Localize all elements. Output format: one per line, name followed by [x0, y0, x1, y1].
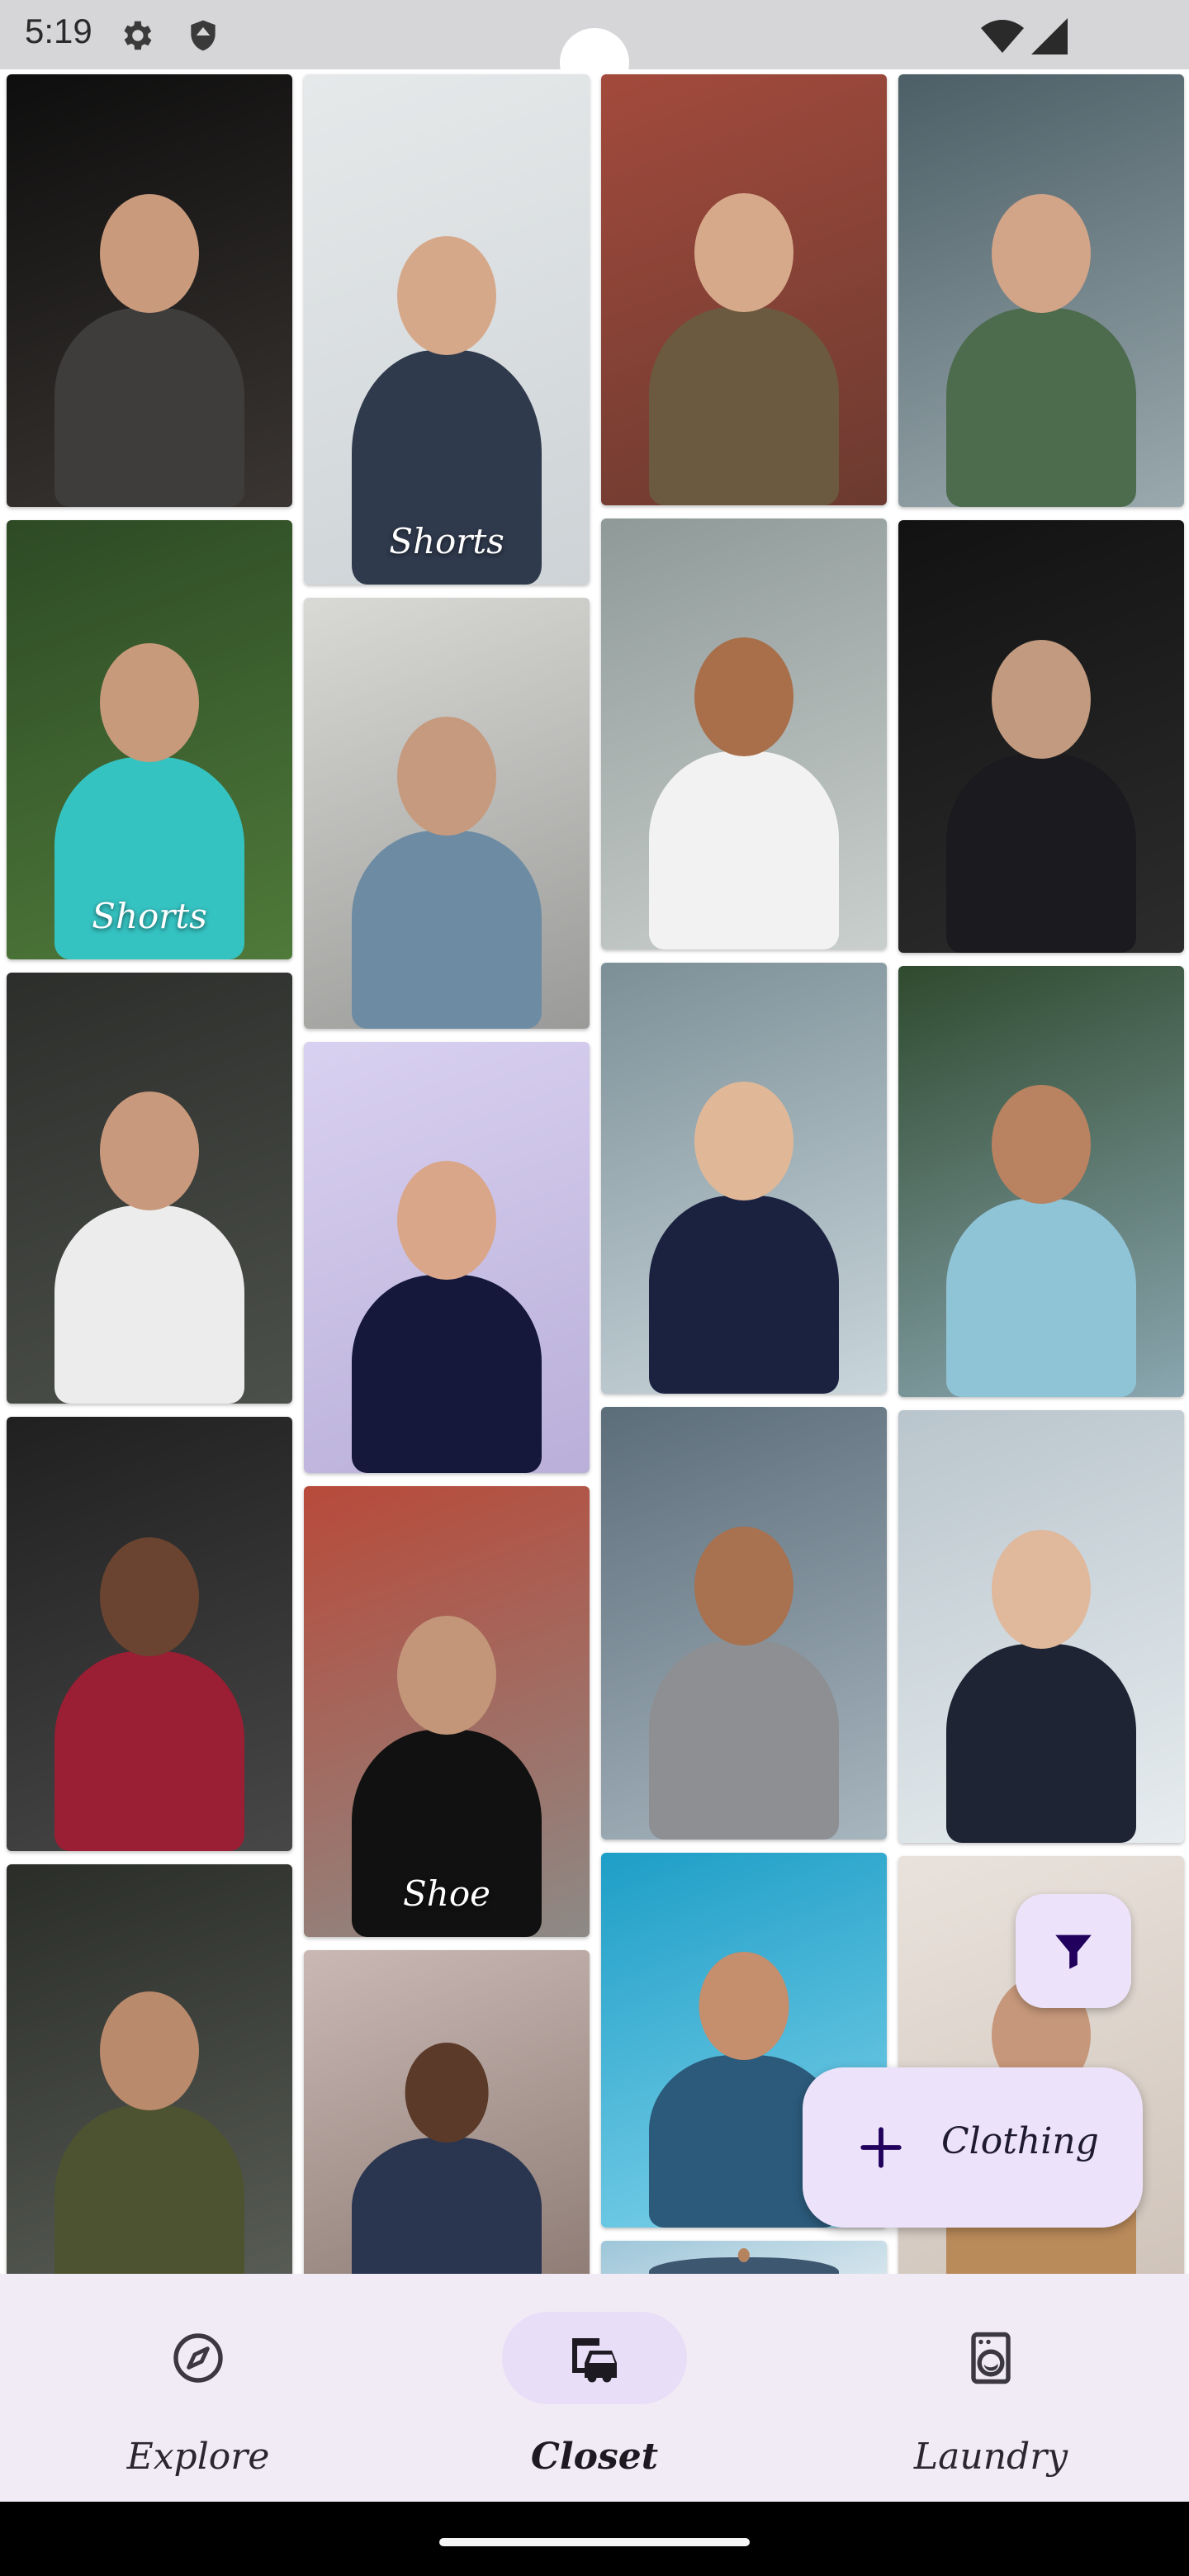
person-torso: [649, 1195, 839, 1394]
person-torso: [54, 1651, 244, 1851]
gesture-handle[interactable]: [439, 2538, 750, 2546]
gesture-bar-area: [0, 2502, 1189, 2576]
person-torso: [649, 1640, 839, 1840]
grid-column-1: Shorts: [7, 74, 292, 2274]
grid-column-3: [601, 74, 887, 2274]
person-head: [397, 1615, 496, 1735]
signal-icon: [1031, 18, 1068, 54]
wardrobe-icon: [572, 2338, 617, 2383]
person-torso: [946, 1643, 1136, 1843]
person-torso: [54, 2105, 244, 2274]
photo-man-navy-suit-tunnel[interactable]: [601, 963, 887, 1394]
person-torso: [54, 1205, 244, 1404]
person-head: [694, 192, 793, 312]
person-head: [699, 1952, 789, 2061]
person-head: [100, 1091, 199, 1210]
person-head: [100, 643, 199, 763]
photo-man-black-suit-street[interactable]: Shoe: [304, 1486, 590, 1937]
filter-icon: [1055, 1934, 1092, 1969]
person-torso: [649, 306, 839, 505]
card-caption: Shorts: [92, 896, 207, 936]
bottom-navigation: Explore Closet Laundry: [0, 2274, 1189, 2502]
person-head: [405, 2042, 489, 2143]
filter-button[interactable]: [1016, 1894, 1131, 2008]
grid-column-2: Shorts Shoe: [304, 74, 590, 2274]
add-clothing-button[interactable]: Clothing: [803, 2067, 1143, 2228]
person-head: [100, 1991, 199, 2110]
photo-man-dark-suit-red-tie[interactable]: [898, 520, 1184, 953]
photo-man-navy-sleeveless[interactable]: Shorts: [304, 74, 590, 585]
photo-man-green-hoodie[interactable]: [898, 74, 1184, 507]
person-head: [992, 1529, 1091, 1649]
person-head: [694, 1526, 793, 1646]
photo-man-laughing-stone-wall[interactable]: [304, 1950, 590, 2274]
person-head: [100, 1537, 199, 1657]
nav-label-laundry: Laundry: [913, 2436, 1068, 2478]
photo-man-light-blue-tshirt[interactable]: [898, 966, 1184, 1397]
photo-man-red-sweater[interactable]: [7, 1417, 292, 1851]
nav-item-closet[interactable]: Closet: [396, 2274, 793, 2502]
person-torso: [946, 307, 1136, 507]
nav-label-explore: Explore: [126, 2436, 270, 2478]
person-torso: [352, 1274, 542, 1473]
person-torso: [352, 2137, 542, 2274]
person-head: [992, 193, 1091, 313]
plus-icon: [860, 2127, 902, 2168]
photo-man-dark-knit-sweater[interactable]: [7, 74, 292, 507]
photo-man-glasses-blazer[interactable]: [898, 1410, 1184, 1843]
nav-label-closet: Closet: [530, 2436, 659, 2478]
person-torso: [649, 751, 839, 949]
washing-machine-icon: [971, 2332, 1011, 2384]
person-head: [100, 193, 199, 313]
person-head: [397, 716, 496, 836]
person-head: [992, 639, 1091, 759]
person-head: [992, 1084, 1091, 1204]
card-caption: Shoe: [403, 1873, 490, 1914]
person-torso: [946, 753, 1136, 953]
nav-item-explore[interactable]: Explore: [0, 2274, 396, 2502]
person-torso: [352, 830, 542, 1029]
photo-man-white-tshirt[interactable]: [7, 973, 292, 1404]
photo-man-olive-tshirt-beard[interactable]: [7, 1864, 292, 2274]
wifi-icon: [981, 20, 1024, 53]
photo-man-white-vneck-smile[interactable]: [601, 519, 887, 949]
photo-man-black-shirt-lilac[interactable]: [304, 1042, 590, 1473]
person-head: [397, 1160, 496, 1280]
photo-man-brown-jacket-brick[interactable]: [601, 74, 887, 505]
card-caption: Shorts: [389, 521, 504, 561]
person-torso: [946, 1198, 1136, 1397]
nav-item-laundry[interactable]: Laundry: [793, 2274, 1189, 2502]
photo-man-partial[interactable]: [601, 2241, 887, 2274]
person-torso: [54, 307, 244, 507]
photo-man-gray-tshirt-city[interactable]: [601, 1407, 887, 1840]
person-head: [397, 235, 496, 355]
photo-man-turquoise-sweater-plants[interactable]: Shorts: [7, 520, 292, 959]
gear-icon: [124, 21, 152, 50]
status-time: 5:19: [25, 12, 92, 50]
person-head: [694, 637, 793, 756]
add-clothing-label: Clothing: [941, 2120, 1099, 2162]
photo-man-skateboard-beach[interactable]: [304, 598, 590, 1029]
shield-icon: [191, 20, 216, 51]
closet-grid[interactable]: Shorts Shorts Shoe: [0, 69, 1189, 2274]
compass-icon: [173, 2333, 223, 2383]
person-head: [694, 1081, 793, 1200]
